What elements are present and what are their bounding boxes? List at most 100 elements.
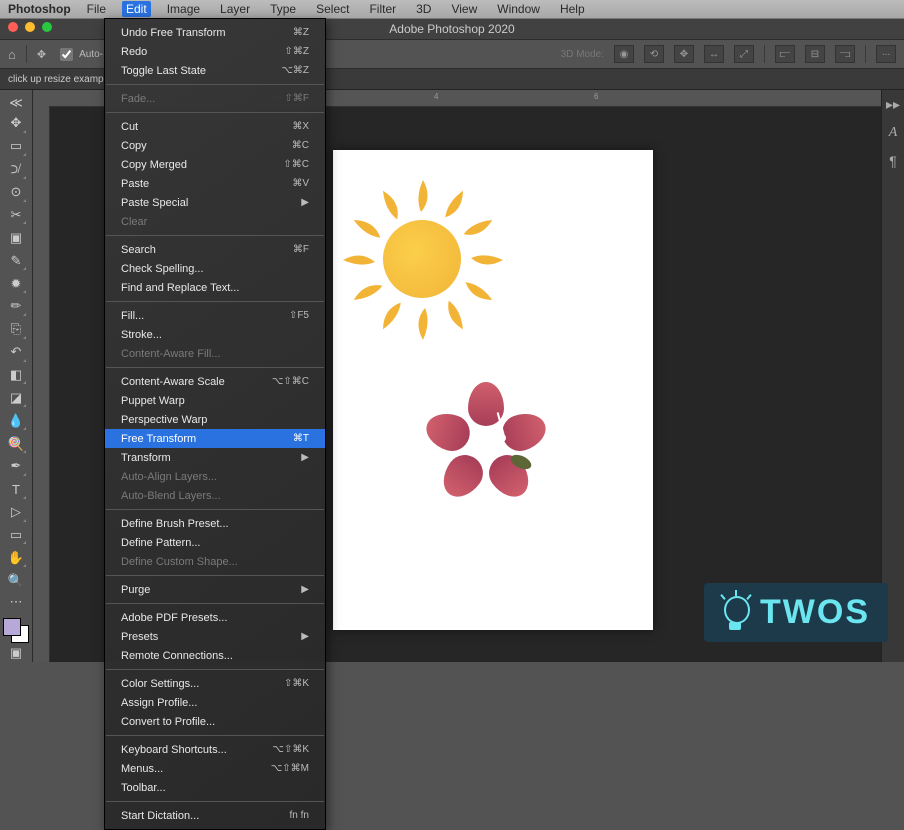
menubar-select[interactable]: Select [312, 1, 353, 17]
blur-tool-icon[interactable]: 💧 [5, 410, 27, 431]
brush-tool-icon[interactable]: ✏ [5, 296, 27, 317]
menu-item-redo[interactable]: Redo⇧⌘Z [105, 42, 325, 61]
more-options-icon[interactable]: ∙∙∙ [876, 45, 896, 63]
menubar-file[interactable]: File [83, 1, 110, 17]
menu-item-copy[interactable]: Copy⌘C [105, 136, 325, 155]
menubar-image[interactable]: Image [163, 1, 204, 17]
menu-item-paste-special[interactable]: Paste Special▶ [105, 193, 325, 212]
menu-item-menus[interactable]: Menus...⌥⇧⌘M [105, 759, 325, 778]
menu-item-stroke[interactable]: Stroke... [105, 325, 325, 344]
menu-item-label: Auto-Blend Layers... [121, 490, 221, 502]
hand-tool-icon[interactable]: ✋ [5, 547, 27, 568]
path-select-tool-icon[interactable]: ▷ [5, 502, 27, 523]
home-icon[interactable]: ⌂ [8, 47, 16, 62]
menubar-layer[interactable]: Layer [216, 1, 254, 17]
menu-separator [106, 112, 324, 113]
canvas-document[interactable] [333, 150, 653, 630]
menu-separator [106, 509, 324, 510]
menu-item-find-and-replace-text[interactable]: Find and Replace Text... [105, 278, 325, 297]
align-center-h-icon[interactable]: ⊟ [805, 45, 825, 63]
menu-item-free-transform[interactable]: Free Transform⌘T [105, 429, 325, 448]
menu-item-search[interactable]: Search⌘F [105, 240, 325, 259]
menubar-window[interactable]: Window [493, 1, 544, 17]
menubar-edit[interactable]: Edit [122, 1, 151, 17]
frame-tool-icon[interactable]: ▣ [5, 227, 27, 248]
menu-item-purge[interactable]: Purge▶ [105, 580, 325, 599]
menu-item-label: Paste [121, 178, 149, 190]
clone-stamp-tool-icon[interactable]: ⎘ [5, 319, 27, 340]
lightbulb-icon [722, 594, 752, 632]
menu-item-label: Convert to Profile... [121, 716, 215, 728]
menu-item-undo-free-transform[interactable]: Undo Free Transform⌘Z [105, 23, 325, 42]
menu-item-toolbar[interactable]: Toolbar... [105, 778, 325, 797]
menu-separator [106, 801, 324, 802]
menu-item-start-dictation[interactable]: Start Dictation...fn fn [105, 806, 325, 825]
gradient-tool-icon[interactable]: ◪ [5, 387, 27, 408]
ruler-vertical[interactable] [33, 90, 50, 662]
edit-toolbar-icon[interactable]: ⋯ [5, 593, 27, 610]
zoom-window-icon[interactable] [42, 22, 52, 32]
menu-item-transform[interactable]: Transform▶ [105, 448, 325, 467]
marquee-tool-icon[interactable]: ▭ [5, 136, 27, 157]
menu-item-paste[interactable]: Paste⌘V [105, 174, 325, 193]
toolbox-collapse-icon[interactable]: ≪ [5, 94, 27, 111]
pen-tool-icon[interactable]: ✒ [5, 456, 27, 477]
menu-item-define-brush-preset[interactable]: Define Brush Preset... [105, 514, 325, 533]
auto-select-checkbox[interactable]: Auto- [56, 45, 103, 64]
spot-healing-tool-icon[interactable]: ✹ [5, 273, 27, 294]
lasso-tool-icon[interactable]: ⟉ [5, 159, 27, 180]
move-tool-icon[interactable]: ✥ [5, 113, 27, 134]
align-right-icon[interactable]: ⫎ [835, 45, 855, 63]
menu-item-remote-connections[interactable]: Remote Connections... [105, 646, 325, 665]
minimize-window-icon[interactable] [25, 22, 35, 32]
menu-item-convert-to-profile[interactable]: Convert to Profile... [105, 712, 325, 731]
3d-roll-icon[interactable]: ⟲ [644, 45, 664, 63]
rectangle-tool-icon[interactable]: ▭ [5, 525, 27, 546]
menu-separator [106, 735, 324, 736]
menu-item-cut[interactable]: Cut⌘X [105, 117, 325, 136]
history-panel-icon[interactable]: ▸▸ [886, 96, 900, 113]
menu-item-color-settings[interactable]: Color Settings...⇧⌘K [105, 674, 325, 693]
eraser-tool-icon[interactable]: ◧ [5, 365, 27, 386]
dodge-tool-icon[interactable]: 🍭 [5, 433, 27, 454]
menu-item-keyboard-shortcuts[interactable]: Keyboard Shortcuts...⌥⇧⌘K [105, 740, 325, 759]
menu-item-clear: Clear [105, 212, 325, 231]
menu-item-label: Cut [121, 121, 138, 133]
screen-mode-icon[interactable]: ▣ [5, 645, 27, 662]
menu-item-presets[interactable]: Presets▶ [105, 627, 325, 646]
menu-item-puppet-warp[interactable]: Puppet Warp [105, 391, 325, 410]
zoom-tool-icon[interactable]: 🔍 [5, 570, 27, 591]
menu-item-assign-profile[interactable]: Assign Profile... [105, 693, 325, 712]
character-panel-icon[interactable]: A [889, 125, 898, 141]
menu-item-check-spelling[interactable]: Check Spelling... [105, 259, 325, 278]
menu-item-copy-merged[interactable]: Copy Merged⇧⌘C [105, 155, 325, 174]
quick-select-tool-icon[interactable]: ⊙ [5, 182, 27, 203]
ruler-tick: 6 [594, 92, 598, 101]
close-window-icon[interactable] [8, 22, 18, 32]
move-tool-icon[interactable]: ✥ [37, 48, 46, 61]
history-brush-tool-icon[interactable]: ↶ [5, 342, 27, 363]
menu-item-adobe-pdf-presets[interactable]: Adobe PDF Presets... [105, 608, 325, 627]
menu-item-define-pattern[interactable]: Define Pattern... [105, 533, 325, 552]
eyedropper-tool-icon[interactable]: ✎ [5, 250, 27, 271]
3d-pan-icon[interactable]: ✥ [674, 45, 694, 63]
3d-zoom-icon[interactable]: ⤢ [734, 45, 754, 63]
paragraph-panel-icon[interactable]: ¶ [889, 153, 897, 169]
menu-item-toggle-last-state[interactable]: Toggle Last State⌥⌘Z [105, 61, 325, 80]
menubar-view[interactable]: View [447, 1, 481, 17]
menubar-help[interactable]: Help [556, 1, 589, 17]
menu-item-fill[interactable]: Fill...⇧F5 [105, 306, 325, 325]
menubar-3d[interactable]: 3D [412, 1, 435, 17]
foreground-color-swatch[interactable] [3, 618, 21, 636]
menu-item-perspective-warp[interactable]: Perspective Warp [105, 410, 325, 429]
crop-tool-icon[interactable]: ✂ [5, 205, 27, 226]
3d-orbit-icon[interactable]: ◉ [614, 45, 634, 63]
align-left-icon[interactable]: ⫍ [775, 45, 795, 63]
color-swatches[interactable] [3, 618, 29, 643]
type-tool-icon[interactable]: T [5, 479, 27, 500]
menu-item-content-aware-scale[interactable]: Content-Aware Scale⌥⇧⌘C [105, 372, 325, 391]
toolbox: ≪ ✥ ▭ ⟉ ⊙ ✂ ▣ ✎ ✹ ✏ ⎘ ↶ ◧ ◪ 💧 🍭 ✒ T ▷ ▭ … [0, 90, 33, 662]
menubar-type[interactable]: Type [266, 1, 300, 17]
3d-slide-icon[interactable]: ↔ [704, 45, 724, 63]
menubar-filter[interactable]: Filter [365, 1, 400, 17]
